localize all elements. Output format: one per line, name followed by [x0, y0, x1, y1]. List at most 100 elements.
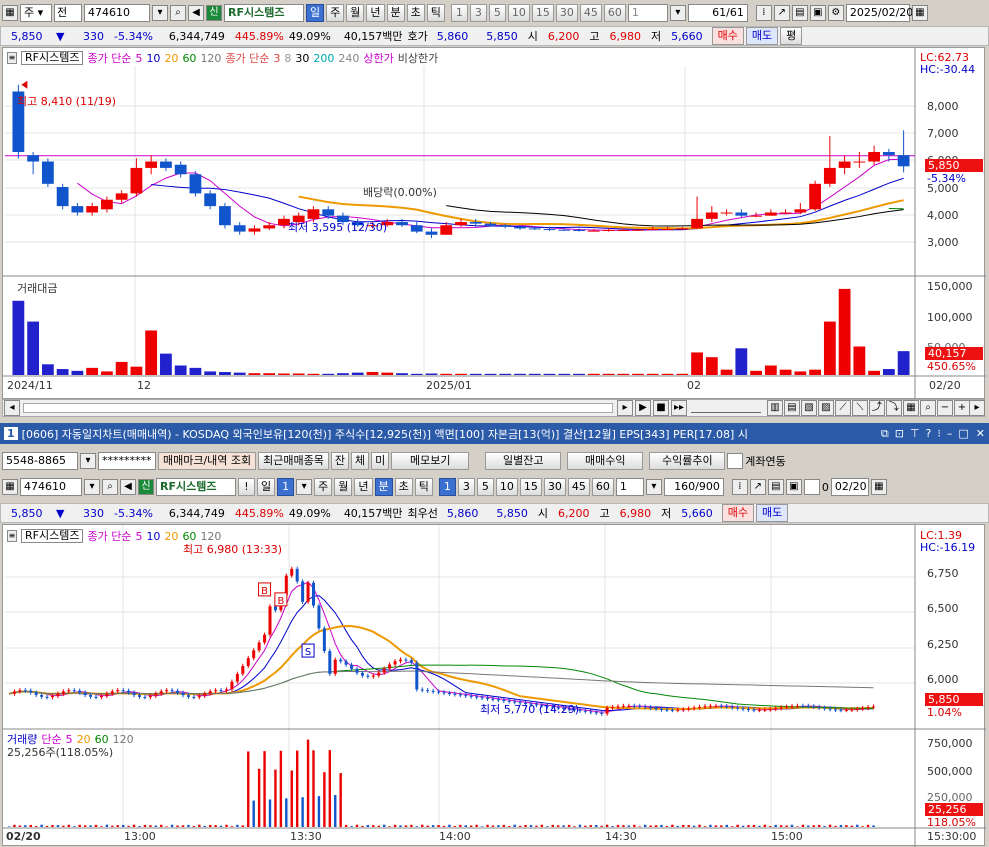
zoom-in-icon[interactable]: +	[954, 400, 970, 416]
adjust-select[interactable]: 전	[54, 4, 82, 22]
interval-5-button[interactable]: 5	[489, 4, 506, 22]
market-select[interactable]: 주 ▾	[20, 4, 52, 22]
tool-icon-3[interactable]: ▧	[801, 400, 817, 416]
period-week-button[interactable]: 주	[326, 4, 344, 22]
m-period-week-button[interactable]: 주	[314, 478, 332, 496]
m-unit-dropdown-icon[interactable]: ▾	[646, 479, 662, 495]
m-period-tick-button[interactable]: 틱	[415, 478, 433, 496]
m-period-minute-button[interactable]: 분	[375, 478, 393, 496]
period-year-button[interactable]: 년	[366, 4, 384, 22]
scroll-right-icon[interactable]: ▸	[969, 400, 985, 416]
alert-button[interactable]: !	[238, 478, 255, 496]
window-help-icon[interactable]: ?	[923, 427, 935, 440]
yield-trend-button[interactable]: 수익률추이	[649, 452, 725, 470]
pending-button[interactable]: 미	[371, 452, 389, 470]
zoom-out-icon[interactable]: −	[937, 400, 953, 416]
period-dropdown-icon[interactable]: ▾	[296, 479, 312, 495]
scrollbar-track[interactable]	[23, 403, 613, 413]
speaker-icon-2[interactable]: ◀	[120, 479, 136, 495]
interval-30-button[interactable]: 30	[556, 4, 578, 22]
daily-balance-button[interactable]: 일별잔고	[485, 452, 561, 470]
period-day-button[interactable]: 일	[306, 4, 324, 22]
interval-15-button[interactable]: 15	[532, 4, 554, 22]
m-interval-15-button[interactable]: 15	[520, 478, 542, 496]
period-minute-button[interactable]: 분	[387, 4, 405, 22]
period-select[interactable]: 일	[257, 478, 275, 496]
m-unit-input[interactable]: 1	[616, 478, 644, 496]
minute-chart-svg[interactable]: BBS	[3, 525, 986, 847]
chart-icon-2[interactable]: ▦	[2, 479, 18, 495]
grid-icon[interactable]: ⁞	[756, 5, 772, 21]
executed-button[interactable]: 체	[351, 452, 369, 470]
m-grid-icon[interactable]: ⁞	[732, 479, 748, 495]
window-link-icon[interactable]: ⧉	[878, 427, 892, 441]
tool-icon-8[interactable]: ⤵	[886, 400, 902, 416]
account-link-checkbox[interactable]	[727, 453, 743, 469]
interval-3-button[interactable]: 3	[470, 4, 487, 22]
interval-1-button[interactable]: 1	[451, 4, 468, 22]
gear-icon[interactable]: ⚙	[828, 5, 844, 21]
tool-icon-6[interactable]: ⟍	[852, 400, 868, 416]
dropdown-icon-2[interactable]: ▾	[84, 479, 100, 495]
scroll-left-icon[interactable]: ◂	[4, 400, 20, 416]
tool-icon-7[interactable]: ⤴	[869, 400, 885, 416]
trade-mark-button[interactable]: 매매마크/내역 조회	[158, 452, 256, 470]
zoom-slider[interactable]	[691, 403, 761, 413]
m-draw-icon[interactable]: ↗	[750, 479, 766, 495]
m-menu-icon[interactable]: ≡	[7, 530, 17, 542]
table-icon[interactable]: ▤	[792, 5, 808, 21]
m-interval-60-button[interactable]: 60	[592, 478, 614, 496]
buy-button-2[interactable]: 매수	[722, 504, 754, 522]
window-pin-icon[interactable]: ⊡	[892, 427, 907, 440]
stop-icon[interactable]: ■	[653, 400, 669, 416]
fast-forward-icon[interactable]: ▸▸	[671, 400, 687, 416]
memo-button[interactable]: 메모보기	[391, 452, 469, 470]
period-month-button[interactable]: 월	[346, 4, 364, 22]
save-icon[interactable]: ▣	[810, 5, 826, 21]
search-icon[interactable]: ⌕	[170, 5, 186, 21]
window-close-icon[interactable]: ✕	[972, 427, 989, 440]
account-dropdown-icon[interactable]: ▾	[80, 453, 96, 469]
search-icon-2[interactable]: ⌕	[102, 479, 118, 495]
recent-trade-button[interactable]: 최근매매종목	[258, 452, 329, 470]
daily-chart-svg[interactable]	[3, 48, 986, 400]
unit-dropdown-icon[interactable]: ▾	[670, 5, 686, 21]
m-interval-30-button[interactable]: 30	[544, 478, 566, 496]
m-period-year-button[interactable]: 년	[354, 478, 372, 496]
chart-icon[interactable]: ▦	[2, 5, 18, 21]
interval-45-button[interactable]: 45	[580, 4, 602, 22]
play-prev-icon[interactable]: ▸	[617, 400, 633, 416]
count-input[interactable]: 61/61	[688, 4, 748, 22]
stock-code-input-2[interactable]: 474610	[20, 478, 82, 496]
period-second-button[interactable]: 초	[407, 4, 425, 22]
m-legend-stock-name[interactable]: RF시스템즈	[21, 529, 83, 543]
m-save-icon[interactable]: ▣	[786, 479, 802, 495]
tool-icon-9[interactable]: ▦	[903, 400, 919, 416]
m-interval-3-button[interactable]: 3	[458, 478, 475, 496]
sell-button[interactable]: 매도	[746, 27, 778, 45]
m-interval-5-button[interactable]: 5	[477, 478, 494, 496]
date-input[interactable]: 2025/02/20	[846, 4, 910, 22]
m-zero-checkbox[interactable]	[804, 479, 820, 495]
window-tab-icon[interactable]: ⊤	[907, 427, 923, 440]
balance-button[interactable]: 잔	[331, 452, 349, 470]
m-date-input[interactable]: 02/20	[831, 478, 869, 496]
account-number-field[interactable]: 5548-8865	[2, 452, 78, 470]
legend-stock-name[interactable]: RF시스템즈	[21, 51, 83, 65]
m-period-second-button[interactable]: 초	[395, 478, 413, 496]
window-maximize-icon[interactable]: □	[955, 427, 971, 440]
unit-input[interactable]: 1	[628, 4, 668, 22]
stock-code-input[interactable]: 474610	[84, 4, 150, 22]
m-table-icon[interactable]: ▤	[768, 479, 784, 495]
menu-icon[interactable]: ≡	[7, 52, 17, 64]
buy-button[interactable]: 매수	[712, 27, 744, 45]
speaker-icon[interactable]: ◀	[188, 5, 204, 21]
sell-button-2[interactable]: 매도	[756, 504, 788, 522]
m-count-input[interactable]: 160/900	[664, 478, 724, 496]
avg-button[interactable]: 평	[780, 27, 802, 45]
tool-icon-4[interactable]: ▨	[818, 400, 834, 416]
tool-icon-5[interactable]: ⟋	[835, 400, 851, 416]
interval-10-button[interactable]: 10	[508, 4, 530, 22]
m-interval-45-button[interactable]: 45	[568, 478, 590, 496]
period-num-select[interactable]: 1	[277, 478, 294, 496]
